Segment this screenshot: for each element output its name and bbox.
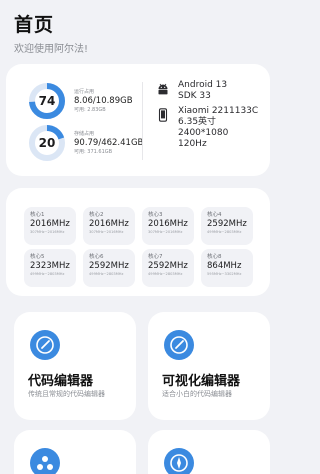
core-range: 307MHz~2016MHz	[148, 230, 183, 234]
core-tile: 核心3 2016MHz 307MHz~2016MHz	[142, 207, 194, 245]
core-range: 595MHz~3302MHz	[207, 272, 242, 276]
screen-resolution: 2400*1080	[178, 128, 229, 138]
storage-available: 可用: 371.61GB	[74, 148, 113, 155]
core-range: 499MHz~2803MHz	[207, 230, 242, 234]
code-editor-desc: 传统且常规的代码编辑器	[28, 390, 105, 398]
memory-available: 可用: 2.83GB	[74, 106, 106, 113]
core-name: 核心5	[30, 254, 45, 260]
system-info: Android 13 SDK 33	[156, 80, 227, 102]
core-tile: 核心8 864MHz 595MHz~3302MHz	[201, 249, 253, 287]
memory-value: 8.06/10.89GB	[74, 95, 133, 106]
core-frequency: 2592MHz	[207, 219, 247, 229]
sdk-version: SDK 33	[178, 91, 211, 101]
memory-usage: 74 运行占用 8.06/10.89GB 可用: 2.83GB	[28, 82, 152, 120]
feature-card[interactable]	[148, 430, 270, 474]
core-range: 499MHz~2803MHz	[148, 272, 183, 276]
core-frequency: 2592MHz	[148, 261, 188, 271]
storage-ring: 20	[28, 124, 66, 162]
visual-editor-card[interactable]: 可视化编辑器 适合小白的代码编辑器	[148, 312, 270, 420]
page-header: 首页 欢迎使用阿尔法!	[14, 10, 88, 55]
core-frequency: 864MHz	[207, 261, 242, 271]
core-tile: 核心4 2592MHz 499MHz~2803MHz	[201, 207, 253, 245]
feature-card[interactable]	[14, 430, 136, 474]
memory-ring: 74	[28, 82, 66, 120]
memory-label: 运行占用	[74, 88, 95, 95]
core-range: 499MHz~2803MHz	[30, 272, 65, 276]
memory-percent: 74	[38, 94, 56, 108]
core-frequency: 2016MHz	[89, 219, 129, 229]
core-name: 核心3	[148, 212, 163, 218]
device-details: Xiaomi 2211133C 6.35英寸 2400*1080 120Hz	[156, 106, 258, 150]
core-name: 核心4	[207, 212, 222, 218]
core-tile: 核心5 2323MHz 499MHz~2803MHz	[24, 249, 76, 287]
visual-editor-desc: 适合小白的代码编辑器	[162, 390, 232, 398]
core-frequency: 2016MHz	[30, 219, 70, 229]
refresh-rate: 120Hz	[178, 139, 207, 149]
visual-editor-title: 可视化编辑器	[162, 374, 241, 389]
core-frequency: 2323MHz	[30, 261, 70, 271]
molecule-icon-glyph	[37, 456, 53, 470]
storage-percent: 20	[38, 136, 56, 150]
core-name: 核心6	[89, 254, 104, 260]
molecule-icon	[30, 448, 60, 474]
device-info-card[interactable]: 74 运行占用 8.06/10.89GB 可用: 2.83GB 20 存储占用 …	[6, 64, 270, 176]
core-tile: 核心6 2592MHz 499MHz~2803MHz	[83, 249, 135, 287]
page-title: 首页	[14, 14, 55, 36]
core-name: 核心2	[89, 212, 104, 218]
core-name: 核心1	[30, 212, 45, 218]
code-editor-title: 代码编辑器	[28, 374, 94, 389]
core-range: 307MHz~2016MHz	[89, 230, 124, 234]
android-icon	[158, 83, 168, 95]
storage-label: 存储占用	[74, 130, 95, 137]
core-name: 核心7	[148, 254, 163, 260]
phone-icon	[158, 108, 168, 122]
core-tile: 核心2 2016MHz 307MHz~2016MHz	[83, 207, 135, 245]
core-range: 307MHz~2016MHz	[30, 230, 65, 234]
core-range: 499MHz~2803MHz	[89, 272, 124, 276]
card-divider	[142, 82, 143, 160]
storage-value: 90.79/462.41GB	[74, 137, 144, 148]
code-editor-card[interactable]: 代码编辑器 传统且常规的代码编辑器	[14, 312, 136, 420]
core-name: 核心8	[207, 254, 222, 260]
android-version: Android 13	[178, 80, 228, 90]
device-model: Xiaomi 2211133C	[178, 106, 259, 116]
core-tile: 核心1 2016MHz 307MHz~2016MHz	[24, 207, 76, 245]
core-frequency: 2016MHz	[148, 219, 188, 229]
screen-size: 6.35英寸	[178, 117, 217, 127]
edit-icon	[30, 330, 60, 360]
compass-icon	[164, 448, 194, 474]
edit-icon	[164, 330, 194, 360]
core-frequency: 2592MHz	[89, 261, 129, 271]
cpu-cores-card[interactable]: 核心1 2016MHz 307MHz~2016MHz 核心2 2016MHz 3…	[6, 188, 270, 296]
core-tile: 核心7 2592MHz 499MHz~2803MHz	[142, 249, 194, 287]
compass-icon-glyph	[170, 454, 188, 472]
edit-icon-glyph	[36, 336, 54, 354]
storage-usage: 20 存储占用 90.79/462.41GB 可用: 371.61GB	[28, 124, 152, 162]
edit-icon-glyph	[170, 336, 188, 354]
page-subtitle: 欢迎使用阿尔法!	[14, 44, 89, 55]
